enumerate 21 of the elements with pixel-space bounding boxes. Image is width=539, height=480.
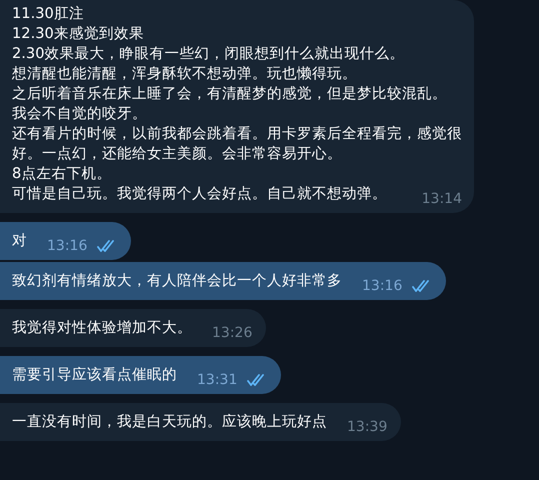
message-text: 好。一点幻，还能给女主美颜。会非常容易开心。 <box>12 144 343 164</box>
message-text: 8点左右下机。 <box>12 164 112 184</box>
message-text: 11.30肛注 <box>12 4 85 24</box>
message-time: 13:14 <box>420 191 462 207</box>
message-text: 一直没有时间，我是白天玩的。应该晚上玩好点 <box>12 412 327 432</box>
message-text: 可惜是自己玩。我觉得两个人会好点。自己就不想动弹。 <box>12 184 387 204</box>
message-text: 2.30效果最大，睁眼有一些幻，闭眼想到什么就出现什么。 <box>12 44 406 64</box>
message-time: 13:39 <box>346 419 388 435</box>
message-text: 我觉得对性体验增加不大。 <box>12 318 192 338</box>
message-time: 13:16 <box>46 238 88 254</box>
message-time: 13:26 <box>211 325 252 341</box>
message-text: 12.30来感觉到效果 <box>12 24 145 44</box>
message-time: 13:31 <box>196 372 238 388</box>
message-time: 13:16 <box>361 278 402 294</box>
message-text: 对 <box>12 231 27 251</box>
message-text: 需要引导应该看点催眠的 <box>12 365 177 385</box>
message-text: 之后听着音乐在床上睡了会，有清醒梦的感觉，但是梦比较混乱。 <box>12 84 448 104</box>
message-text: 我会不自觉的咬牙。 <box>12 104 148 124</box>
message-text: 致幻剂有情绪放大，有人陪伴会比一个人好非常多 <box>12 271 342 291</box>
message-text: 还有看片的时候，以前我都会跳着看。用卡罗素后全程看完，感觉很 <box>12 124 462 144</box>
message-text: 想清醒也能清醒，浑身酥软不想动弹。玩也懒得玩。 <box>12 64 358 84</box>
